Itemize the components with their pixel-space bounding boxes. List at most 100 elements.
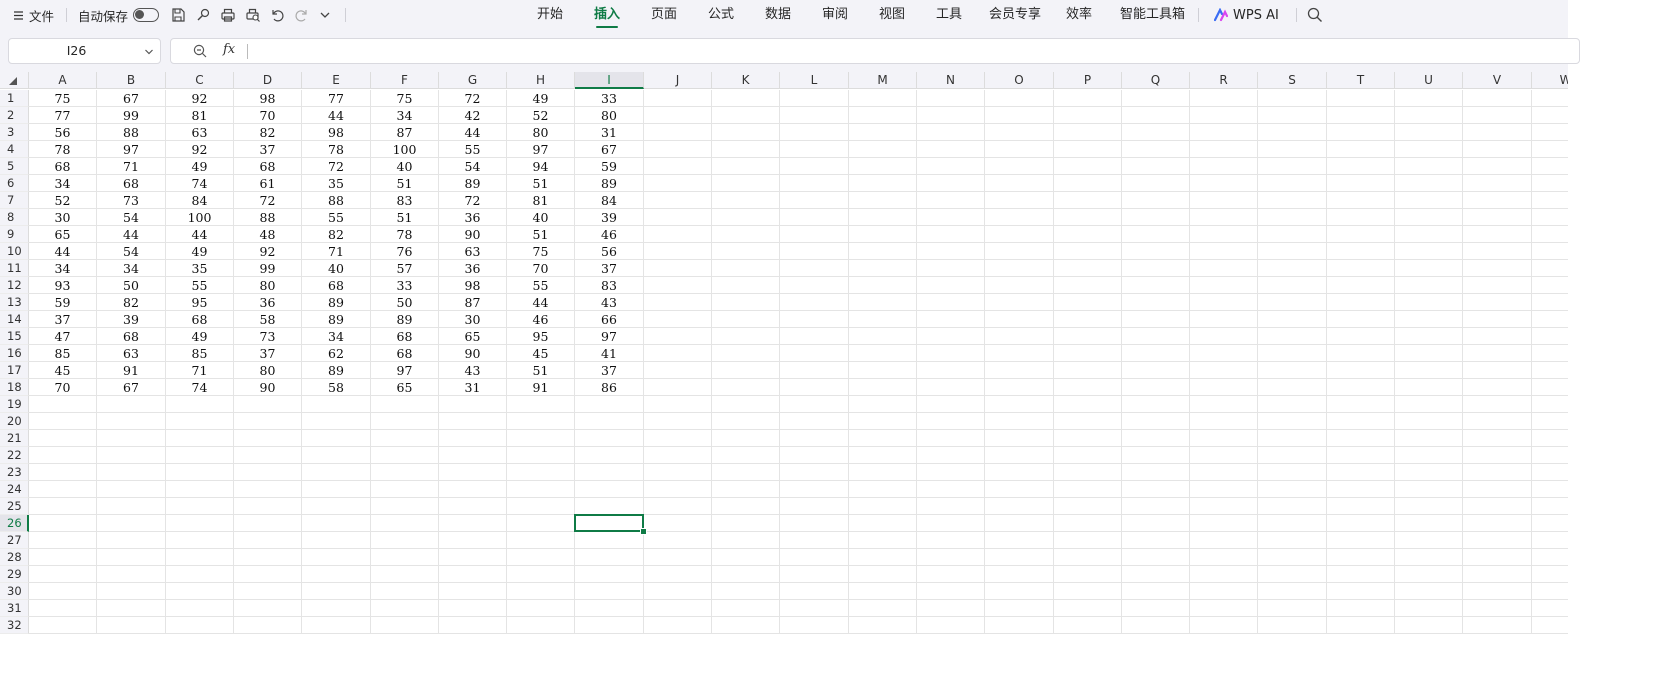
cell-d6[interactable]: 61 [234,175,302,192]
cell-q26[interactable] [1122,515,1190,532]
cell-v4[interactable] [1463,141,1532,158]
cell-m8[interactable] [849,209,917,226]
column-header-r[interactable]: R [1190,72,1258,89]
cell-d23[interactable] [234,464,302,481]
cell-g24[interactable] [439,481,507,498]
cell-e3[interactable]: 98 [302,124,371,141]
cell-s23[interactable] [1258,464,1327,481]
cell-c16[interactable]: 85 [166,345,234,362]
cell-l6[interactable] [780,175,849,192]
cell-u2[interactable] [1395,107,1463,124]
zoom-icon[interactable] [193,44,207,58]
cell-t25[interactable] [1327,498,1395,515]
cell-m10[interactable] [849,243,917,260]
cell-m25[interactable] [849,498,917,515]
cell-p31[interactable] [1054,600,1122,617]
cell-f5[interactable]: 40 [371,158,439,175]
cell-g13[interactable]: 87 [439,294,507,311]
cell-e7[interactable]: 88 [302,192,371,209]
cell-c8[interactable]: 100 [166,209,234,226]
cell-g21[interactable] [439,430,507,447]
tab-insert[interactable]: 插入 [594,0,620,30]
cell-r22[interactable] [1190,447,1258,464]
cell-j15[interactable] [644,328,712,345]
cell-w5[interactable] [1532,158,1568,175]
cell-k8[interactable] [712,209,780,226]
cell-h26[interactable] [507,515,575,532]
cell-v13[interactable] [1463,294,1532,311]
cell-r19[interactable] [1190,396,1258,413]
cell-e28[interactable] [302,549,371,566]
cell-j17[interactable] [644,362,712,379]
cell-p32[interactable] [1054,617,1122,634]
cell-i29[interactable] [575,566,644,583]
cell-v9[interactable] [1463,226,1532,243]
cell-v2[interactable] [1463,107,1532,124]
cell-d10[interactable]: 92 [234,243,302,260]
cell-p2[interactable] [1054,107,1122,124]
cell-w14[interactable] [1532,311,1568,328]
cell-b3[interactable]: 88 [97,124,166,141]
cell-p6[interactable] [1054,175,1122,192]
cell-t32[interactable] [1327,617,1395,634]
cell-a22[interactable] [29,447,97,464]
cell-e9[interactable]: 82 [302,226,371,243]
cell-p15[interactable] [1054,328,1122,345]
save-button[interactable] [170,0,186,30]
cell-q30[interactable] [1122,583,1190,600]
formula-input[interactable]: fx [170,38,1580,64]
cell-d27[interactable] [234,532,302,549]
cell-q29[interactable] [1122,566,1190,583]
cell-w13[interactable] [1532,294,1568,311]
cell-p17[interactable] [1054,362,1122,379]
cell-n26[interactable] [917,515,985,532]
cell-v23[interactable] [1463,464,1532,481]
cell-f3[interactable]: 87 [371,124,439,141]
cell-p12[interactable] [1054,277,1122,294]
cell-t10[interactable] [1327,243,1395,260]
cell-h28[interactable] [507,549,575,566]
cell-d25[interactable] [234,498,302,515]
cell-l1[interactable] [780,90,849,107]
cell-b30[interactable] [97,583,166,600]
cell-v14[interactable] [1463,311,1532,328]
cell-w32[interactable] [1532,617,1568,634]
cell-m30[interactable] [849,583,917,600]
cell-c18[interactable]: 74 [166,379,234,396]
cell-o23[interactable] [985,464,1054,481]
cell-k20[interactable] [712,413,780,430]
cell-i22[interactable] [575,447,644,464]
cell-c26[interactable] [166,515,234,532]
cell-k7[interactable] [712,192,780,209]
cell-r28[interactable] [1190,549,1258,566]
cell-u26[interactable] [1395,515,1463,532]
cell-q8[interactable] [1122,209,1190,226]
cell-k13[interactable] [712,294,780,311]
cell-g27[interactable] [439,532,507,549]
cell-a23[interactable] [29,464,97,481]
cell-w30[interactable] [1532,583,1568,600]
cell-m1[interactable] [849,90,917,107]
cell-k22[interactable] [712,447,780,464]
cell-m18[interactable] [849,379,917,396]
cell-n12[interactable] [917,277,985,294]
cell-w31[interactable] [1532,600,1568,617]
row-header-27[interactable]: 27 [0,532,29,549]
cell-r24[interactable] [1190,481,1258,498]
cell-b15[interactable]: 68 [97,328,166,345]
cell-m26[interactable] [849,515,917,532]
cell-s12[interactable] [1258,277,1327,294]
cell-j8[interactable] [644,209,712,226]
cell-g4[interactable]: 55 [439,141,507,158]
cell-k2[interactable] [712,107,780,124]
cell-c31[interactable] [166,600,234,617]
cell-o30[interactable] [985,583,1054,600]
cell-u23[interactable] [1395,464,1463,481]
cell-h12[interactable]: 55 [507,277,575,294]
cell-i8[interactable]: 39 [575,209,644,226]
cell-o31[interactable] [985,600,1054,617]
cell-o16[interactable] [985,345,1054,362]
cell-q28[interactable] [1122,549,1190,566]
cell-k3[interactable] [712,124,780,141]
cell-l19[interactable] [780,396,849,413]
